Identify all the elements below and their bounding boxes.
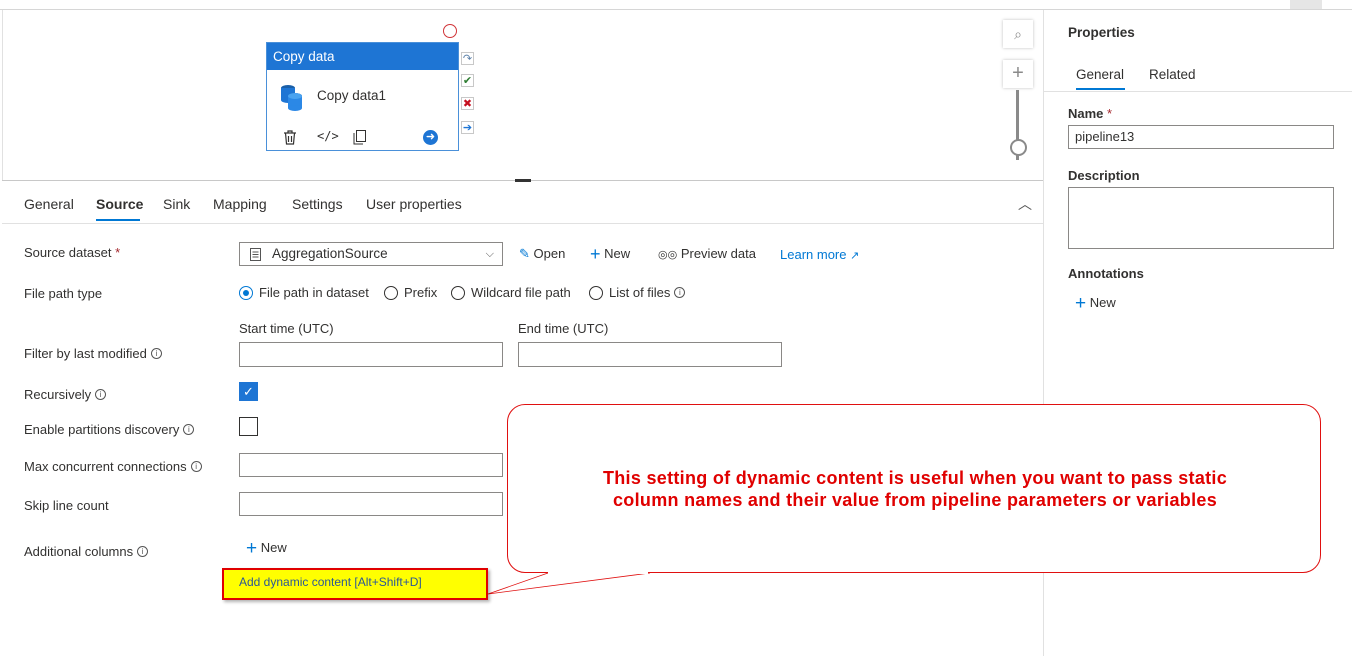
radio-label-list-of-files: List of files i xyxy=(609,285,686,300)
radio-label-prefix: Prefix xyxy=(404,285,438,300)
zoom-slider-handle[interactable] xyxy=(1010,139,1027,156)
tab-general[interactable]: General xyxy=(24,196,74,212)
info-icon[interactable]: i xyxy=(150,348,162,359)
info-icon[interactable]: i xyxy=(95,389,107,400)
start-time-label: Start time (UTC) xyxy=(239,321,334,336)
annotation-callout: This setting of dynamic content is usefu… xyxy=(507,404,1321,573)
radio-wildcard-file-path[interactable] xyxy=(451,286,465,300)
zoom-in-icon[interactable]: + xyxy=(1003,60,1033,88)
tab-user-properties[interactable]: User properties xyxy=(366,196,462,212)
radio-label-file-path-in-dataset: File path in dataset xyxy=(259,285,369,300)
max-concurrent-connections-label: Max concurrent connections i xyxy=(24,459,202,474)
recursively-checkbox[interactable]: ✓ xyxy=(239,382,258,401)
radio-prefix[interactable] xyxy=(384,286,398,300)
chevron-down-icon: ⌵ xyxy=(485,248,494,260)
tab-sink[interactable]: Sink xyxy=(163,196,190,212)
new-dataset-button[interactable]: + New xyxy=(590,244,630,265)
tab-source[interactable]: Source xyxy=(96,196,143,212)
completion-port-icon[interactable]: ➔ xyxy=(461,121,474,134)
open-dataset-button[interactable]: ✎ Open xyxy=(519,246,565,262)
copy-data-activity[interactable]: Copy data Copy data1 </> ➜ xyxy=(266,42,459,151)
collapse-chevron-icon[interactable]: ︿ xyxy=(1018,194,1032,214)
add-column-button[interactable]: + New xyxy=(246,538,287,560)
callout-pointer-mask xyxy=(548,570,648,574)
properties-title: Properties xyxy=(1068,25,1135,40)
filter-last-modified-label: Filter by last modified i xyxy=(24,346,162,361)
additional-columns-label: Additional columns i xyxy=(24,544,149,559)
end-time-label: End time (UTC) xyxy=(518,321,609,336)
copy-icon[interactable] xyxy=(353,130,366,145)
skip-port-icon[interactable]: ↷ xyxy=(461,52,474,65)
skip-line-count-label: Skip line count xyxy=(24,498,109,513)
search-icon[interactable]: ⌕ xyxy=(1003,20,1033,48)
file-path-type-label: File path type xyxy=(24,286,103,301)
partitions-discovery-checkbox[interactable] xyxy=(239,417,258,436)
top-bar xyxy=(0,0,1352,10)
skip-line-count-input[interactable] xyxy=(239,492,503,516)
recursively-label: Recursively i xyxy=(24,387,107,402)
success-port-icon[interactable]: ✔ xyxy=(461,74,474,87)
plus-icon: + xyxy=(1075,293,1087,314)
delete-icon[interactable] xyxy=(283,130,297,145)
info-icon[interactable]: i xyxy=(674,287,686,298)
failure-port-icon[interactable]: ✖ xyxy=(461,97,474,110)
info-icon[interactable]: i xyxy=(137,546,149,557)
tab-mapping[interactable]: Mapping xyxy=(213,196,267,212)
properties-tab-divider xyxy=(1044,91,1352,92)
source-dataset-value: AggregationSource xyxy=(272,246,388,261)
max-concurrent-connections-input[interactable] xyxy=(239,453,503,477)
preview-data-button[interactable]: ◎◎ Preview data xyxy=(658,246,756,261)
properties-tab-related[interactable]: Related xyxy=(1149,67,1196,82)
annotations-label: Annotations xyxy=(1068,266,1144,281)
add-dynamic-content-link[interactable]: Add dynamic content [Alt+Shift+D] xyxy=(222,568,488,600)
activity-type-label: Copy data xyxy=(267,43,458,70)
pipeline-canvas[interactable] xyxy=(2,10,1043,180)
run-arrow-icon[interactable]: ➜ xyxy=(423,130,438,145)
description-textarea[interactable] xyxy=(1068,187,1334,249)
edit-icon: ✎ xyxy=(519,246,530,261)
callout-text: This setting of dynamic content is usefu… xyxy=(602,468,1228,510)
end-time-input[interactable] xyxy=(518,342,782,367)
radio-list-of-files[interactable] xyxy=(589,286,603,300)
learn-more-link[interactable]: Learn more ↗ xyxy=(780,247,859,262)
code-icon[interactable]: </> xyxy=(317,129,339,143)
name-input[interactable]: pipeline13 xyxy=(1068,125,1334,149)
info-icon[interactable]: i xyxy=(190,461,202,472)
source-dataset-label: Source dataset * xyxy=(24,245,121,260)
radio-label-wildcard: Wildcard file path xyxy=(471,285,571,300)
glasses-icon: ◎◎ xyxy=(658,249,678,261)
radio-file-path-in-dataset[interactable] xyxy=(239,286,253,300)
properties-active-tab-indicator xyxy=(1076,88,1125,90)
description-label: Description xyxy=(1068,168,1140,183)
source-dataset-dropdown[interactable]: AggregationSource ⌵ xyxy=(239,242,503,266)
active-tab-indicator xyxy=(96,219,140,221)
tab-settings[interactable]: Settings xyxy=(292,196,343,212)
properties-tab-general[interactable]: General xyxy=(1076,67,1124,82)
name-label: Name * xyxy=(1068,106,1113,121)
partitions-discovery-label: Enable partitions discovery i xyxy=(24,422,195,437)
database-icon xyxy=(281,85,302,111)
activity-name: Copy data1 xyxy=(317,88,387,103)
start-time-input[interactable] xyxy=(239,342,503,367)
info-icon[interactable]: i xyxy=(183,424,195,435)
external-link-icon: ↗ xyxy=(850,250,860,262)
error-indicator-icon xyxy=(443,24,457,38)
top-bar-button[interactable] xyxy=(1290,0,1322,9)
add-annotation-button[interactable]: + New xyxy=(1075,293,1116,315)
plus-icon: + xyxy=(246,538,258,559)
activity-tabs: General Source Sink Mapping Settings Use… xyxy=(2,181,1043,224)
plus-icon: + xyxy=(590,244,601,264)
dataset-icon xyxy=(250,248,261,261)
